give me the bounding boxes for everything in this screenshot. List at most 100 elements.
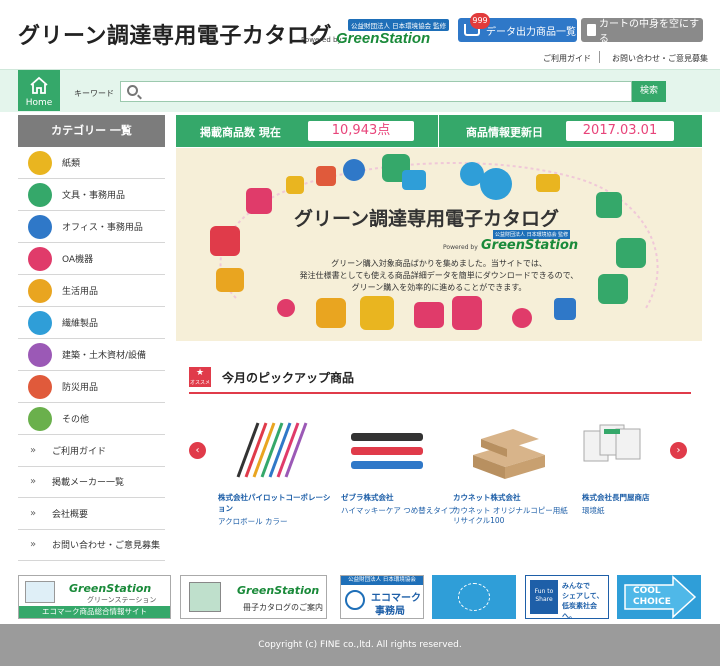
- recommend-flag-icon: オススメ ★: [189, 367, 211, 387]
- carousel-prev-button[interactable]: ‹: [189, 442, 206, 459]
- fb5-text: みんなで シェアして、 低炭素社会へ。: [562, 581, 608, 621]
- category-label: 生活用品: [62, 287, 99, 297]
- search-input[interactable]: [120, 81, 632, 102]
- product-vendor[interactable]: ゼブラ株式会社: [341, 492, 456, 503]
- category-label: 建築・土木資材/設備: [62, 351, 147, 361]
- banner-icon-mail: [246, 188, 272, 214]
- banner-icon-clover-2: [598, 274, 628, 304]
- stats-bar: 掲載商品数 現在 10,943点 商品情報更新日 2017.03.01: [176, 115, 702, 147]
- fun-to-share-banner[interactable]: Fun to Share みんなで シェアして、 低炭素社会へ。: [525, 575, 609, 621]
- banner-icon-bag: [210, 226, 240, 256]
- header-contact-link[interactable]: お問い合わせ・ご意見募集: [612, 53, 708, 64]
- category-icon: [28, 246, 52, 271]
- category-label: 繊維製品: [62, 319, 99, 329]
- catalog-book-icon: [189, 582, 221, 612]
- banner-icon-pencil: [316, 298, 346, 328]
- recommend-flag-label: オススメ: [189, 380, 210, 386]
- banner-icon-star: [286, 176, 304, 194]
- banner-icon-coin: [616, 238, 646, 268]
- hero-banner[interactable]: グリーン調達専用電子カタログ 公益財団法人 日本環境協会 監修 Powered …: [176, 148, 702, 341]
- fb5-line-3: 低炭素社会へ。: [562, 602, 597, 620]
- updated-value: 2017.03.01: [566, 121, 674, 141]
- product-card-2[interactable]: ゼブラ株式会社 ハイマッキーケア つめ替えタイプ: [341, 415, 456, 516]
- fb1-caption: エコマーク商品総合情報サイト: [19, 606, 170, 618]
- cool-choice-banner[interactable]: COOL CHOICE: [617, 575, 701, 619]
- fb5-badge: Fun to Share: [530, 580, 558, 614]
- banner-line-1: グリーン購入対象商品ばかりを集めました。当サイトでは、: [331, 259, 547, 268]
- product-name[interactable]: ハイマッキーケア つめ替えタイプ: [341, 506, 456, 516]
- banner-icon-ruler: [360, 296, 394, 330]
- banner-line-3: グリーン購入を効率的に進めることができます。: [351, 283, 527, 292]
- guide-link[interactable]: » お問い合わせ・ご意見募集: [18, 530, 165, 561]
- banner-icon-case: [414, 302, 444, 328]
- stats-divider: [438, 115, 439, 147]
- category-item[interactable]: 防災用品: [18, 371, 165, 403]
- trash-icon: [587, 24, 596, 36]
- banner-icon-magnifier: [512, 308, 532, 328]
- guide-label: 会社概要: [52, 509, 89, 520]
- banner-icon-stamp: [554, 298, 576, 320]
- product-count-label: 掲載商品数 現在: [200, 126, 281, 139]
- category-label: 紙類: [62, 159, 81, 169]
- category-item[interactable]: 紙類: [18, 147, 165, 179]
- fb1-sub: グリーンステーション: [87, 596, 157, 604]
- header: グリーン調達専用電子カタログ 公益財団法人 日本環境協会 監修 Powered …: [0, 0, 720, 68]
- fb5-line-2: シェアして、: [562, 592, 604, 600]
- banner-icon-clip: [316, 166, 336, 186]
- banner-icon-gear: [277, 299, 295, 317]
- category-item[interactable]: 生活用品: [18, 275, 165, 307]
- product-card-1[interactable]: 株式会社パイロットコーポレーション アクロボール カラー: [218, 415, 333, 527]
- category-label: 防災用品: [62, 383, 99, 393]
- pen-set-image: [236, 422, 308, 478]
- category-item[interactable]: オフィス・事務用品: [18, 211, 165, 243]
- product-card-3[interactable]: カウネット株式会社 カウネット オリジナルコピー用紙 リサイクル100: [453, 415, 568, 526]
- guide-link[interactable]: » ご利用ガイド: [18, 435, 165, 467]
- product-card-4[interactable]: 株式会社長門屋商店 環境紙: [582, 415, 697, 516]
- product-name[interactable]: カウネット オリジナルコピー用紙 リサイクル100: [453, 506, 568, 526]
- category-item[interactable]: OA機器: [18, 243, 165, 275]
- search-bar: Home キーワード 検索: [0, 69, 720, 112]
- category-item[interactable]: 建築・土木資材/設備: [18, 339, 165, 371]
- search-button[interactable]: 検索: [632, 81, 666, 102]
- guide-link[interactable]: » 掲載メーカー一覧: [18, 467, 165, 498]
- empty-cart-label: カートの中身を空にする: [599, 19, 700, 45]
- fb3-title-2: 事務局: [375, 606, 405, 617]
- updated-label: 商品情報更新日: [466, 126, 543, 139]
- guide-label: 掲載メーカー一覧: [52, 478, 125, 489]
- ecomark-office-banner[interactable]: 公益財団法人 日本環境協会 エコマーク 事務局: [340, 575, 424, 619]
- greenstation-site-banner[interactable]: GreenStation グリーンステーション エコマーク商品総合情報サイト: [18, 575, 171, 619]
- home-button[interactable]: Home: [18, 70, 60, 111]
- campaign-banner[interactable]: [432, 575, 516, 619]
- category-label: 文具・事務用品: [62, 191, 126, 201]
- marker-set-image: [351, 433, 423, 469]
- keyword-label: キーワード: [74, 89, 114, 98]
- fb5-line-1: みんなで: [562, 582, 590, 590]
- print-catalog-banner[interactable]: GreenStation 冊子カタログのご案内: [180, 575, 327, 619]
- site-title[interactable]: グリーン調達専用電子カタログ: [18, 18, 332, 50]
- product-name[interactable]: アクロボール カラー: [218, 517, 333, 527]
- product-name[interactable]: 環境紙: [582, 506, 697, 516]
- fb6-line-1: COOL: [633, 586, 661, 596]
- guide-label: ご利用ガイド: [52, 446, 107, 457]
- header-guide-link[interactable]: ご利用ガイド: [543, 53, 591, 64]
- fb1-brand: GreenStation: [69, 582, 152, 595]
- export-count-badge: 999: [470, 13, 490, 29]
- category-icon: [28, 406, 52, 431]
- category-heading: カテゴリー 一覧: [18, 115, 165, 147]
- product-vendor[interactable]: 株式会社長門屋商店: [582, 492, 697, 503]
- category-label: オフィス・事務用品: [62, 223, 143, 233]
- product-vendor[interactable]: 株式会社パイロットコーポレーション: [218, 492, 333, 514]
- greenstation-logo[interactable]: GreenStation: [336, 30, 430, 47]
- category-item[interactable]: 文具・事務用品: [18, 179, 165, 211]
- banner-greenstation-logo: GreenStation: [481, 238, 579, 253]
- category-item[interactable]: その他: [18, 403, 165, 435]
- export-list-label: データ出力商品一覧: [486, 26, 576, 38]
- category-item[interactable]: 繊維製品: [18, 307, 165, 339]
- product-vendor[interactable]: カウネット株式会社: [453, 492, 568, 503]
- product-count-value: 10,943点: [308, 121, 414, 141]
- guide-link[interactable]: » 会社概要: [18, 498, 165, 530]
- empty-cart-button[interactable]: カートの中身を空にする: [581, 18, 703, 45]
- category-label: OA機器: [62, 255, 94, 265]
- eco-paper-image: [583, 424, 641, 462]
- category-icon: [28, 214, 52, 239]
